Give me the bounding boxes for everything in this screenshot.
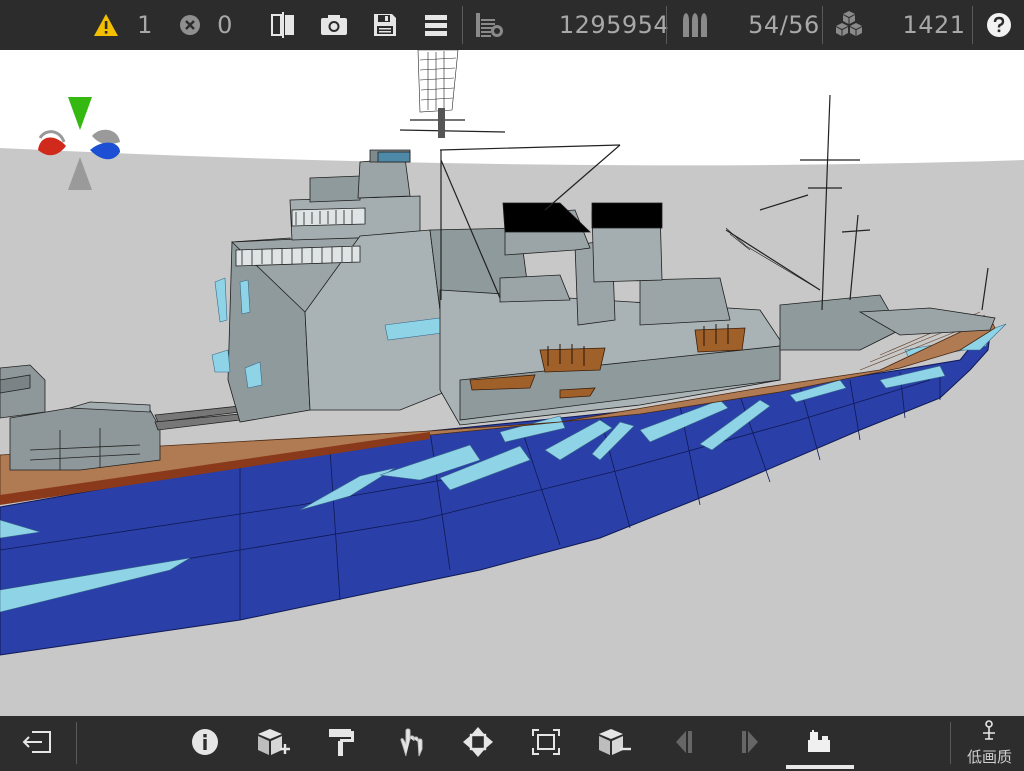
error-icon[interactable]: [176, 0, 204, 50]
ammo-icon: [676, 0, 714, 50]
save-icon[interactable]: [366, 0, 404, 50]
model-viewport[interactable]: [0, 50, 1024, 716]
next-icon[interactable]: [730, 716, 770, 768]
compare-icon[interactable]: [264, 0, 302, 50]
parts-icon: [830, 0, 868, 50]
toolbar-divider: [76, 722, 77, 764]
add-part-icon[interactable]: [253, 716, 293, 768]
toolbar-divider: [950, 722, 951, 764]
bottom-toolbar: 低画质: [0, 716, 1024, 771]
warning-icon[interactable]: [90, 0, 122, 50]
quality-icon[interactable]: [974, 716, 1004, 744]
remove-part-icon[interactable]: [594, 716, 634, 768]
paint-icon[interactable]: [322, 716, 360, 768]
toolbar-divider: [972, 6, 973, 44]
touch-icon[interactable]: [392, 716, 430, 768]
scale-icon[interactable]: [526, 716, 566, 768]
weight-icon: [470, 0, 508, 50]
warning-count: 1: [137, 11, 153, 39]
toolbar-divider: [666, 6, 667, 44]
dock-icon[interactable]: [800, 716, 840, 768]
parts-count: 1421: [902, 11, 966, 39]
ammo-count: 54/56: [748, 11, 820, 39]
toolbar-divider: [822, 6, 823, 44]
move-icon[interactable]: [458, 716, 498, 768]
menu-icon[interactable]: [417, 0, 455, 50]
toolbar-divider: [462, 6, 463, 44]
exit-icon[interactable]: [18, 716, 58, 768]
error-count: 0: [217, 11, 233, 39]
prev-icon[interactable]: [664, 716, 704, 768]
ship-model: [0, 50, 1024, 716]
quality-label[interactable]: 低画质: [967, 746, 1012, 767]
info-icon[interactable]: [186, 716, 224, 768]
top-toolbar: 1 0 1295954 54/56 1421: [0, 0, 1024, 50]
polygon-count: 1295954: [558, 11, 670, 39]
camera-icon[interactable]: [315, 0, 353, 50]
help-icon[interactable]: [982, 0, 1016, 50]
active-tab-indicator: [786, 765, 854, 769]
